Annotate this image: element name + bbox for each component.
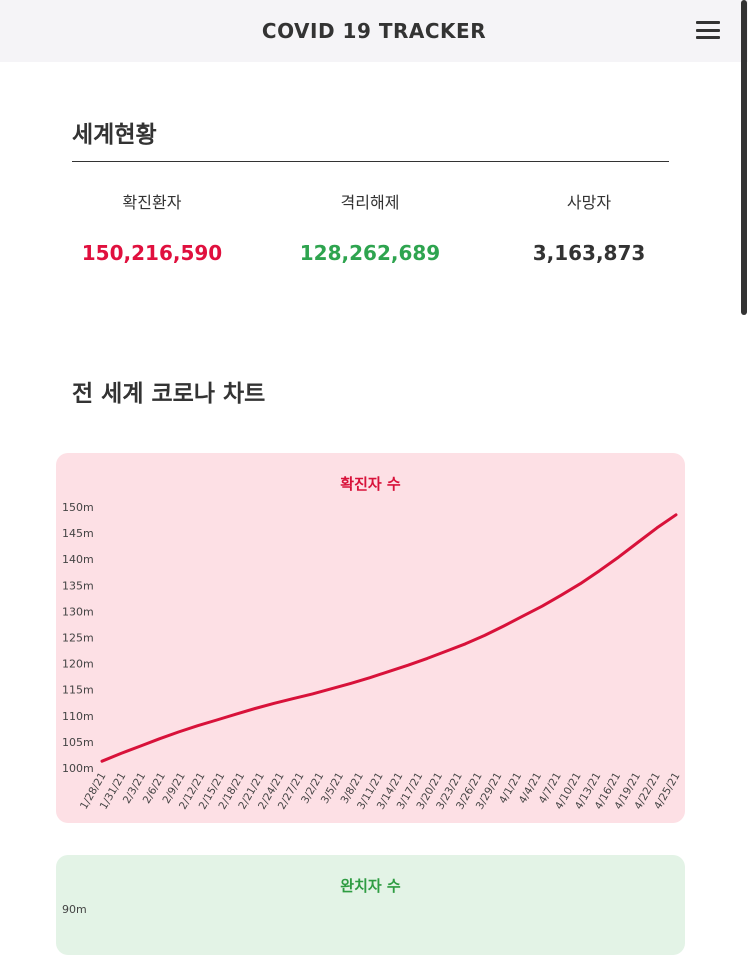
scrollbar-thumb[interactable] — [741, 0, 747, 315]
stat-confirmed-label: 확진환자 — [122, 193, 182, 212]
y-tick-label: 90m — [62, 903, 87, 916]
y-tick-label: 150m — [62, 501, 94, 514]
stat-confirmed: 확진환자 150,216,590 — [52, 189, 252, 265]
recovered-chart: 90m — [62, 903, 87, 916]
y-tick-label: 105m — [62, 736, 94, 749]
confirmed-chart-card: 확진자 수 150m 145m 140m 135m 130m 125m 120m 115m 11… — [56, 453, 685, 823]
y-tick-label: 125m — [62, 632, 94, 645]
stat-confirmed-value: 150,216,590 — [81, 241, 223, 265]
hamburger-menu-icon[interactable] — [696, 21, 720, 39]
y-tick-label: 130m — [62, 605, 94, 618]
confirmed-chart: 150m 145m 140m 135m 130m 125m 120m 115m 110m 105m… — [62, 501, 683, 812]
stat-recovered-label: 격리해제 — [340, 193, 400, 212]
section-divider — [72, 161, 669, 162]
stat-deaths-label: 사망자 — [566, 193, 612, 212]
y-tick-label: 145m — [62, 527, 94, 540]
stat-recovered: 격리해제 128,262,689 — [270, 189, 470, 265]
stat-deaths-value: 3,163,873 — [532, 241, 646, 265]
y-tick-label: 100m — [62, 762, 94, 775]
y-tick-label: 135m — [62, 579, 94, 592]
confirmed-series-line — [100, 513, 678, 763]
y-tick-label: 120m — [62, 658, 94, 671]
y-tick-label: 110m — [62, 710, 94, 723]
world-charts-title: 전 세계 코로나 차트 — [72, 381, 266, 407]
app-title: COVID 19 TRACKER — [261, 19, 487, 43]
page-scrollbar[interactable] — [740, 0, 748, 934]
recovered-chart-card: 완치자 수 90m — [56, 855, 685, 955]
stat-deaths: 사망자 3,163,873 — [489, 189, 689, 265]
y-tick-label: 140m — [62, 553, 94, 566]
stat-recovered-value: 128,262,689 — [299, 241, 441, 265]
world-status-title: 세계현황 — [72, 122, 157, 148]
y-tick-label: 115m — [62, 684, 94, 697]
app-header: COVID 19 TRACKER — [0, 0, 748, 62]
